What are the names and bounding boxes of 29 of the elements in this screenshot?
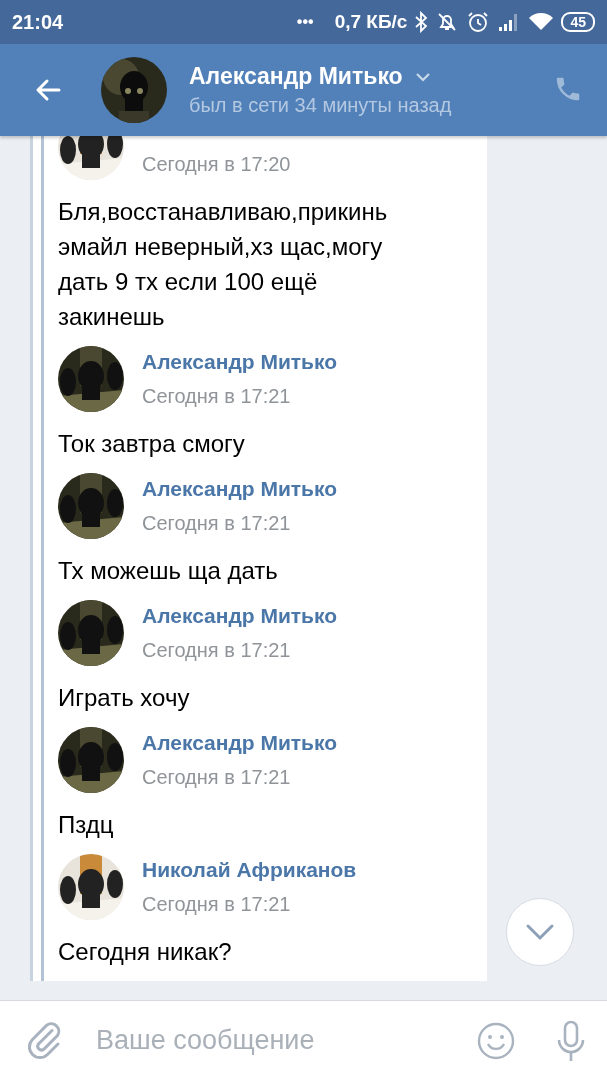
message-text: Бля,восстанавливаю,прикинь эмайл неверный,хз щас,могу дать 9 тх если 100 ещё закинешь <box>58 197 389 332</box>
sender-name[interactable]: Александр Митько <box>142 346 338 378</box>
battery-indicator: 45 <box>561 12 595 32</box>
message-time: Сегодня в 17:21 <box>142 384 292 409</box>
network-speed: 0,7 КБ/с <box>334 11 408 33</box>
microphone-button[interactable] <box>555 1019 587 1062</box>
message-text: Сегодня никак? <box>58 937 233 967</box>
chevron-down-icon[interactable] <box>414 71 431 82</box>
bluetooth-icon <box>414 11 429 33</box>
clock-time: 21:04 <box>12 10 64 34</box>
sender-name[interactable]: Александр Митько <box>142 600 338 632</box>
sender-name[interactable]: Александр Митько <box>142 727 338 759</box>
sender-name[interactable]: Александр Митько <box>142 473 338 505</box>
message-time: Сегодня в 17:21 <box>142 511 292 536</box>
last-seen-status: был в сети 34 минуты назад <box>189 94 453 117</box>
contact-name[interactable]: Александр Митько <box>189 63 403 90</box>
message-time: Сегодня в 17:21 <box>142 892 292 917</box>
message-text: Тх можешь ща дать <box>58 556 279 586</box>
message-text: Пздц <box>58 810 115 840</box>
chevron-down-icon[interactable] <box>525 923 555 941</box>
message-text: Играть хочу <box>58 683 191 713</box>
more-notifications: ••• <box>296 13 314 31</box>
message-time: Сегодня в 17:20 <box>142 152 291 177</box>
wifi-icon <box>528 12 555 32</box>
emoji-button[interactable] <box>477 1021 515 1060</box>
message-text: Ток завтра смогу <box>58 429 246 459</box>
message-time: Сегодня в 17:21 <box>142 765 292 790</box>
sender-name[interactable]: Николай Африканов <box>142 854 357 886</box>
message-time: Сегодня в 17:21 <box>142 638 292 663</box>
